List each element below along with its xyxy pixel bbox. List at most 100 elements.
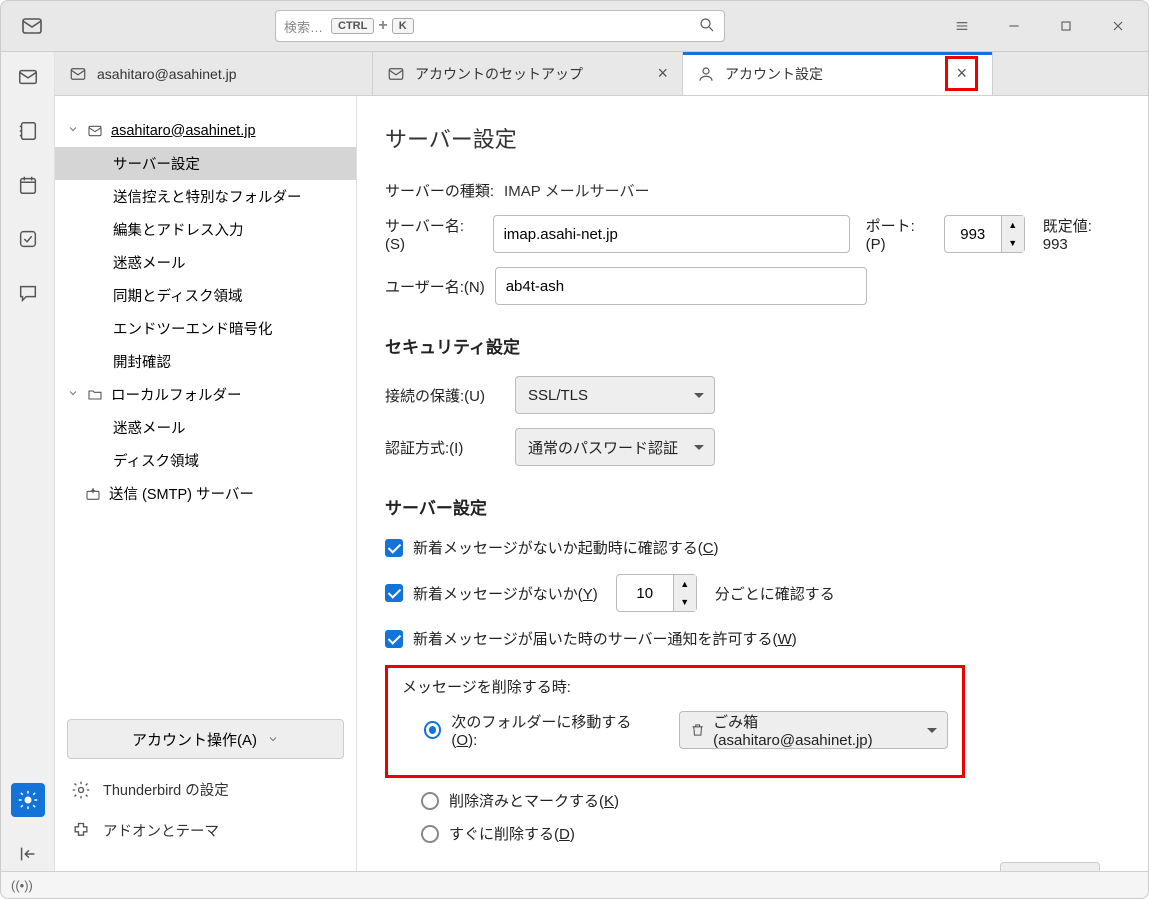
detail-button[interactable]: 詳細...(V) xyxy=(1000,862,1101,871)
chat-icon xyxy=(17,282,39,304)
mark-deleted-radio[interactable] xyxy=(421,792,439,810)
rail-mail[interactable] xyxy=(11,60,45,94)
delete-immediately-radio[interactable] xyxy=(421,825,439,843)
sidebar-item-label: エンドツーエンド暗号化 xyxy=(113,318,273,339)
interval-suffix: 分ごとに確認する xyxy=(715,583,835,604)
server-notify-checkbox[interactable] xyxy=(385,630,403,648)
interval-stepper[interactable]: ▲▼ xyxy=(616,574,697,612)
mail-icon xyxy=(387,65,405,83)
tab-close-button[interactable]: × xyxy=(956,63,967,84)
sidebar-item-label: 同期とディスク領域 xyxy=(113,285,242,306)
mail-icon xyxy=(69,65,87,83)
rail-chat[interactable] xyxy=(11,276,45,310)
sidebar-item-copies[interactable]: 送信控えと特別なフォルダー xyxy=(55,180,356,213)
tab-close-button[interactable]: × xyxy=(657,63,668,84)
delete-immediately-label: すぐに削除する(D) xyxy=(449,823,575,844)
minimize-button[interactable] xyxy=(992,6,1036,46)
search-placeholder: 検索… xyxy=(284,17,323,36)
chevron-down-icon xyxy=(267,733,279,745)
move-to-folder-radio[interactable] xyxy=(424,721,441,739)
spin-up[interactable]: ▲ xyxy=(1002,216,1024,234)
delete-title: メッセージを削除する時: xyxy=(402,676,948,697)
sidebar-item-local-junk[interactable]: 迷惑メール xyxy=(55,411,356,444)
delete-message-section: メッセージを削除する時: 次のフォルダーに移動する(O): ごみ箱 (asahi… xyxy=(385,665,965,778)
maximize-button[interactable] xyxy=(1044,6,1088,46)
spin-down[interactable]: ▼ xyxy=(674,593,696,611)
port-input[interactable] xyxy=(945,226,1001,243)
addons-link[interactable]: アドオンとテーマ xyxy=(71,820,340,841)
sidebar-account-head[interactable]: asahitaro@asahinet.jp xyxy=(55,114,356,147)
sidebar-item-label: 迷惑メール xyxy=(113,417,186,438)
move-to-folder-label: 次のフォルダーに移動する(O): xyxy=(451,711,648,749)
sidebar-item-server-settings[interactable]: サーバー設定 xyxy=(55,147,356,180)
sidebar-item-label: 送信控えと特別なフォルダー xyxy=(113,186,302,207)
port-stepper[interactable]: ▲▼ xyxy=(944,215,1025,253)
calendar-icon xyxy=(17,174,39,196)
mail-icon xyxy=(17,66,39,88)
search-button[interactable] xyxy=(698,16,716,37)
sidebar-item-label: 迷惑メール xyxy=(113,252,186,273)
check-on-startup-checkbox[interactable] xyxy=(385,539,403,557)
server-notify-label: 新着メッセージが届いた時のサーバー通知を許可する(W) xyxy=(413,628,797,649)
username-input[interactable] xyxy=(495,267,867,305)
tab-account-settings[interactable]: アカウント設定 × xyxy=(683,52,993,95)
sidebar-item-label: 編集とアドレス入力 xyxy=(113,219,244,240)
sidebar-item-composition[interactable]: 編集とアドレス入力 xyxy=(55,213,356,246)
sync-icon: ((•)) xyxy=(11,878,33,893)
button-label: アカウント操作(A) xyxy=(132,729,257,750)
server-name-input[interactable] xyxy=(493,215,850,253)
rail-tasks[interactable] xyxy=(11,222,45,256)
sidebar-item-label: ディスク領域 xyxy=(113,450,199,471)
app-icon xyxy=(9,14,55,38)
maximize-icon xyxy=(1058,18,1074,34)
sidebar-item-label: asahitaro@asahinet.jp xyxy=(111,123,256,139)
select-value: ごみ箱 (asahitaro@asahinet.jp) xyxy=(713,711,913,749)
close-icon xyxy=(1110,18,1126,34)
mark-deleted-label: 削除済みとマークする(K) xyxy=(449,790,619,811)
close-window-button[interactable] xyxy=(1096,6,1140,46)
check-interval-checkbox[interactable] xyxy=(385,584,403,602)
rail-address-book[interactable] xyxy=(11,114,45,148)
folder-icon xyxy=(87,387,105,403)
auth-select[interactable]: 通常のパスワード認証 xyxy=(515,428,715,466)
server-settings-heading: サーバー設定 xyxy=(385,494,1120,519)
sidebar-item-sync[interactable]: 同期とディスク領域 xyxy=(55,279,356,312)
sidebar-item-junk[interactable]: 迷惑メール xyxy=(55,246,356,279)
link-label: アドオンとテーマ xyxy=(103,820,219,841)
tab-mail-account[interactable]: asahitaro@asahinet.jp xyxy=(55,52,373,95)
sidebar-item-label: 送信 (SMTP) サーバー xyxy=(109,483,254,504)
connection-label: 接続の保護:(U) xyxy=(385,385,505,406)
hamburger-button[interactable] xyxy=(940,6,984,46)
spin-down[interactable]: ▼ xyxy=(1002,234,1024,252)
hamburger-icon xyxy=(954,18,970,34)
chevron-down-icon xyxy=(67,123,81,139)
connection-select[interactable]: SSL/TLS xyxy=(515,376,715,414)
rail-settings[interactable] xyxy=(11,783,45,817)
sidebar-item-receipts[interactable]: 開封確認 xyxy=(55,345,356,378)
sidebar-item-local-disk[interactable]: ディスク領域 xyxy=(55,444,356,477)
titlebar: 検索… CTRL + K xyxy=(0,0,1149,52)
spin-up[interactable]: ▲ xyxy=(674,575,696,593)
default-port-label: 既定値: 993 xyxy=(1043,215,1120,253)
account-actions-button[interactable]: アカウント操作(A) xyxy=(67,719,344,759)
account-icon xyxy=(697,65,715,83)
search-icon xyxy=(698,16,716,34)
sidebar-item-smtp[interactable]: 送信 (SMTP) サーバー xyxy=(55,477,356,510)
interval-input[interactable] xyxy=(617,585,673,602)
tab-account-setup[interactable]: アカウントのセットアップ × xyxy=(373,52,683,95)
addon-icon xyxy=(71,821,91,841)
account-sidebar: asahitaro@asahinet.jp サーバー設定 送信控えと特別なフォル… xyxy=(55,96,357,871)
mail-icon xyxy=(20,14,44,38)
left-rail xyxy=(1,52,55,871)
sidebar-item-e2e[interactable]: エンドツーエンド暗号化 xyxy=(55,312,356,345)
rail-calendar[interactable] xyxy=(11,168,45,202)
check-on-startup-label: 新着メッセージがないか起動時に確認する(C) xyxy=(413,537,719,558)
search-input[interactable]: 検索… CTRL + K xyxy=(275,10,725,42)
rail-collapse[interactable] xyxy=(11,837,45,871)
trash-folder-select[interactable]: ごみ箱 (asahitaro@asahinet.jp) xyxy=(679,711,948,749)
port-label: ポート:(P) xyxy=(866,215,934,253)
tab-label: アカウント設定 xyxy=(725,64,823,84)
sidebar-local-folders[interactable]: ローカルフォルダー xyxy=(55,378,356,411)
username-label: ユーザー名:(N) xyxy=(385,276,485,297)
thunderbird-settings-link[interactable]: Thunderbird の設定 xyxy=(71,779,340,800)
